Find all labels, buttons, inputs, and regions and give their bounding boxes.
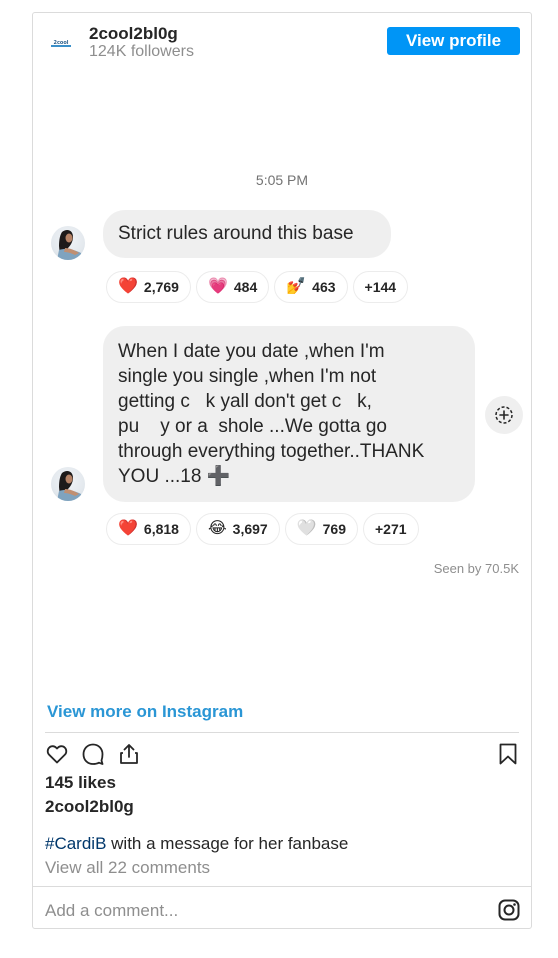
reaction-chip[interactable]: 🤍 769 (284, 513, 358, 545)
white-heart-icon: 🤍 (296, 520, 317, 537)
reaction-count: 6,818 (143, 521, 179, 537)
reaction-chip[interactable]: 💗 484 (195, 271, 270, 303)
post-caption: #CardiB with a message for her fanbase (45, 834, 348, 854)
bookmark-icon[interactable] (496, 742, 520, 771)
message-line: YOU ...18 ➕ (118, 466, 231, 487)
message-bubble[interactable]: When I date you date ,when I'm single yo… (103, 326, 475, 502)
reaction-count: 484 (233, 279, 258, 295)
pink-heart-icon: 💗 (207, 278, 228, 295)
view-comments-link[interactable]: View all 22 comments (45, 858, 210, 878)
reaction-bar: ❤️ 6,818 😂 3,697 🤍 769 +271 (106, 513, 419, 545)
seen-by-count: Seen by 70.5K (433, 561, 519, 576)
heart-icon[interactable] (45, 742, 69, 771)
message-line: through everything together..THANK (118, 441, 425, 462)
laughing-face-icon: 😂 (207, 520, 227, 537)
forward-icon (495, 406, 513, 424)
reaction-count: +144 (364, 279, 397, 295)
reaction-count: 463 (312, 279, 336, 295)
post-actions (45, 742, 520, 770)
comment-icon[interactable] (81, 742, 105, 771)
sender-avatar[interactable] (51, 467, 85, 501)
reaction-count: 769 (322, 521, 346, 537)
message-bubble[interactable]: Strict rules around this base (103, 210, 391, 258)
message-line: getting c k yall don't get c k, (118, 391, 372, 412)
sender-avatar[interactable] (51, 226, 85, 260)
header-username[interactable]: 2cool2bl0g (89, 24, 178, 44)
likes-count[interactable]: 145 likes (45, 773, 116, 793)
view-more-link[interactable]: View more on Instagram (47, 702, 243, 722)
reaction-chip[interactable]: ❤️ 2,769 (106, 271, 191, 303)
post-username[interactable]: 2cool2bl0g (45, 797, 134, 817)
divider (33, 886, 531, 887)
red-heart-icon: ❤️ (118, 278, 138, 295)
nail-polish-icon: 💅 (286, 278, 307, 295)
share-icon[interactable] (117, 742, 141, 771)
reaction-chip[interactable]: +144 (352, 271, 409, 303)
share-message-button[interactable] (485, 396, 523, 434)
red-heart-icon: ❤️ (118, 520, 138, 537)
reaction-count: +271 (375, 521, 407, 537)
reaction-bar: ❤️ 2,769 💗 484 💅 463 +144 (106, 271, 409, 303)
instagram-icon[interactable] (497, 898, 521, 927)
reaction-chip[interactable]: ❤️ 6,818 (106, 513, 191, 545)
reaction-chip[interactable]: 😂 3,697 (195, 513, 280, 545)
header-followers: 124K followers (89, 43, 194, 60)
view-profile-button[interactable]: View profile (387, 27, 520, 55)
message-text: Strict rules around this base (118, 223, 354, 244)
message-line: pu y or a shole ...We gotta go (118, 416, 387, 437)
reaction-chip[interactable]: +271 (363, 513, 419, 545)
instagram-embed-card: 2cool 2cool2bl0g 124K followers View pro… (32, 12, 532, 929)
reaction-chip[interactable]: 💅 463 (274, 271, 348, 303)
divider (45, 732, 519, 733)
message-line: single you single ,when I'm not (118, 366, 377, 387)
reaction-count: 3,697 (232, 521, 268, 537)
brand-logo-icon[interactable]: 2cool (47, 30, 75, 58)
add-comment-field[interactable]: Add a comment... (45, 901, 178, 921)
caption-hashtag[interactable]: #CardiB (45, 834, 106, 853)
caption-text: with a message for her fanbase (106, 834, 349, 853)
reaction-count: 2,769 (143, 279, 179, 295)
message-line: When I date you date ,when I'm (118, 341, 385, 362)
chat-timestamp: 5:05 PM (255, 172, 309, 188)
embed-header: 2cool 2cool2bl0g 124K followers View pro… (33, 13, 531, 73)
svg-text:2cool: 2cool (53, 40, 68, 46)
